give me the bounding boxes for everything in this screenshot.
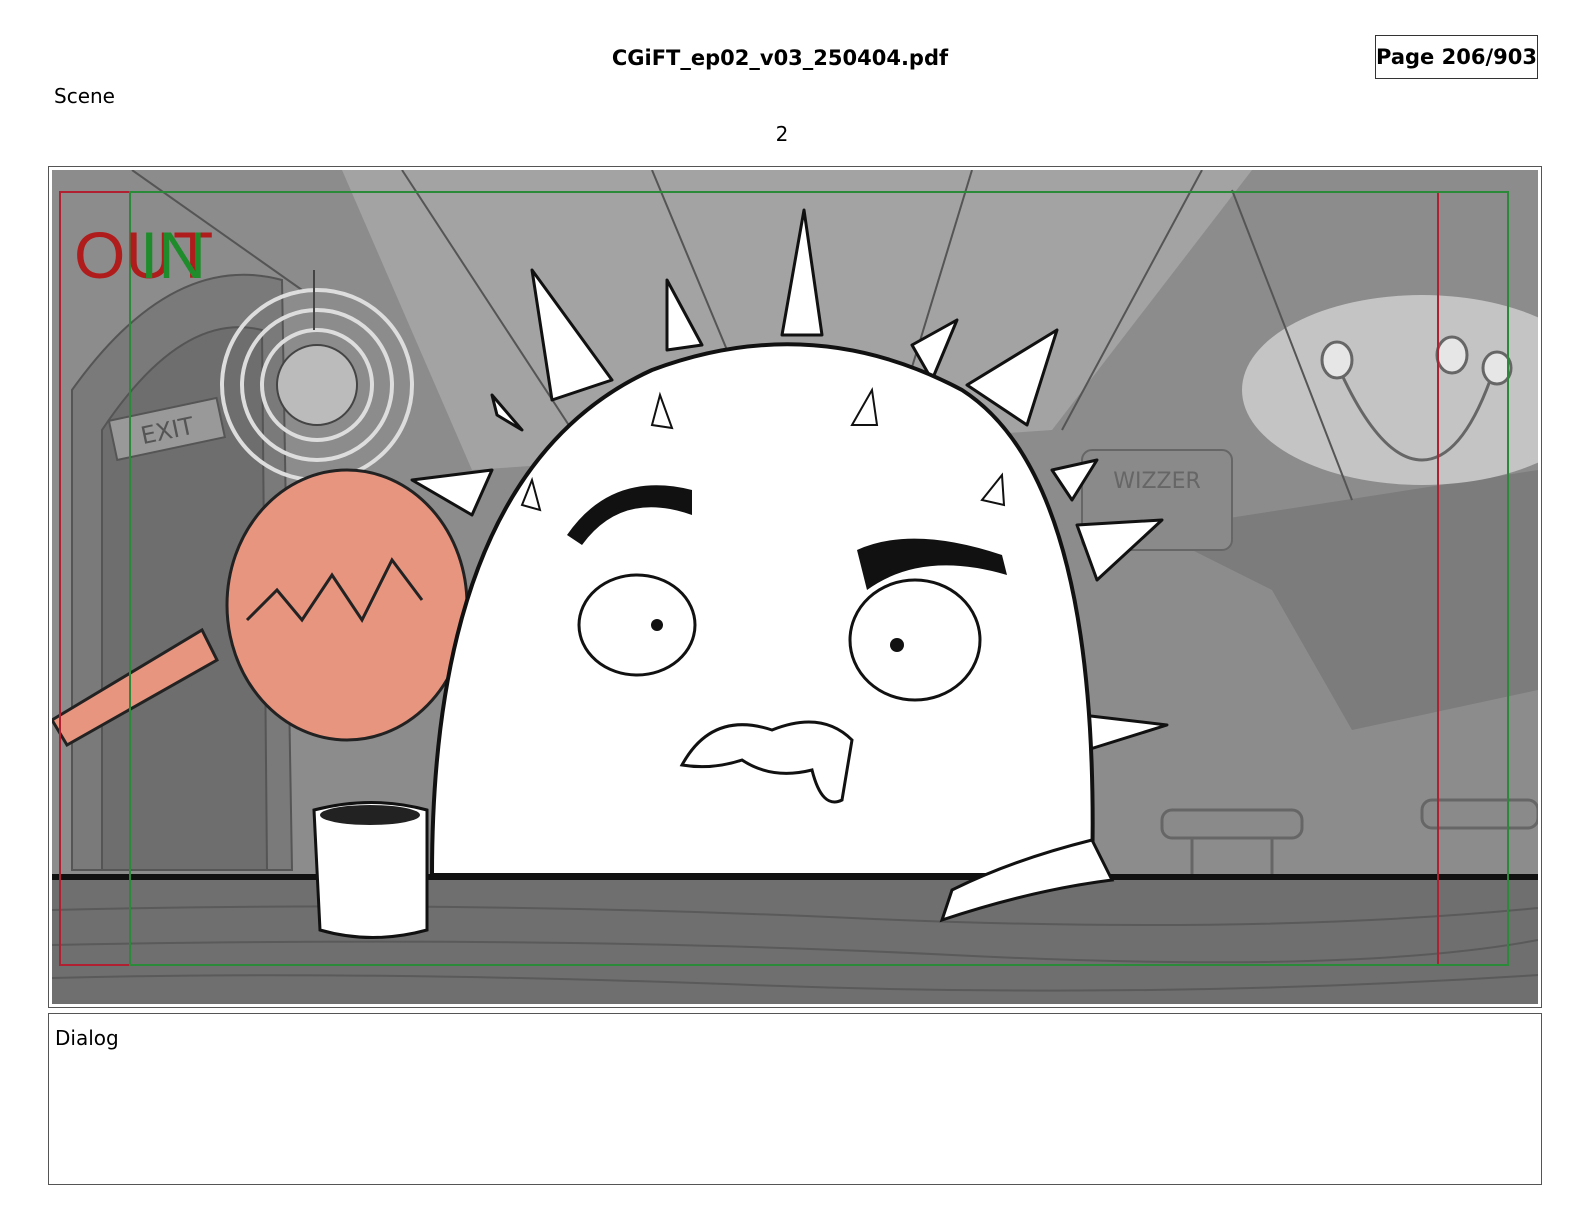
storyboard-drawing: EXIT WIZZER OUT IN — [52, 170, 1538, 1004]
storyboard-panel: EXIT WIZZER OUT IN — [48, 166, 1542, 1008]
page-number-box: Page 206/903 — [1375, 35, 1538, 79]
in-label: IN — [140, 218, 206, 292]
mug — [312, 801, 429, 939]
bar-counter — [52, 875, 1538, 1004]
dialog-label: Dialog — [55, 1026, 119, 1050]
scene-label: Scene — [54, 84, 115, 108]
wizzer-sign-text: WIZZER — [1113, 469, 1201, 494]
scene-number: 2 — [775, 122, 789, 146]
document-filename: CGiFT_ep02_v03_250404.pdf — [611, 46, 949, 70]
dialog-box: Dialog — [48, 1013, 1542, 1185]
